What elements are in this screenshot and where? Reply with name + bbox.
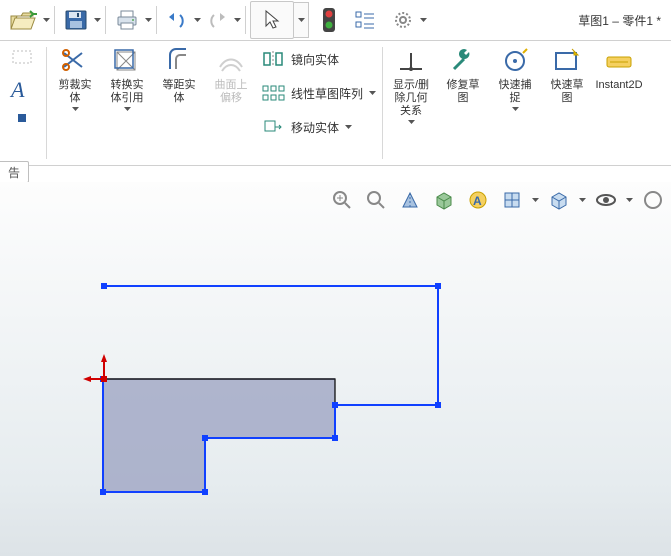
display-relations-button[interactable]: 显示/删除几何关系 (385, 43, 437, 163)
save-dropdown[interactable] (93, 18, 101, 22)
print-button[interactable] (110, 1, 144, 39)
options-list-button[interactable] (349, 1, 381, 39)
select-button[interactable] (250, 1, 294, 39)
open-dropdown[interactable] (42, 18, 50, 22)
svg-text:A: A (9, 77, 25, 101)
select-dropdown[interactable] (294, 2, 309, 38)
sketch-face[interactable] (103, 379, 335, 492)
redo-dropdown[interactable] (233, 18, 241, 22)
point-tool-icon[interactable] (15, 111, 29, 125)
undo-button[interactable] (161, 1, 193, 39)
transform-list: 镜向实体 线性草图阵列 移动实体 (257, 43, 380, 163)
move-button[interactable]: 移动实体 (261, 113, 376, 141)
settings-dropdown[interactable] (419, 18, 427, 22)
rectangle-icon[interactable] (10, 47, 34, 67)
trim-button[interactable]: 剪裁实体 (49, 43, 101, 163)
graphics-canvas[interactable]: A (0, 182, 671, 556)
quick-access-toolbar: 草图1 – 零件1 * (0, 0, 671, 41)
instant2d-button[interactable]: Instant2D (593, 43, 645, 163)
side-palette: A (0, 41, 44, 165)
save-button[interactable] (59, 1, 93, 39)
rapid-sketch-button[interactable]: 快速草图 (541, 43, 593, 163)
undo-dropdown[interactable] (193, 18, 201, 22)
redo-button[interactable] (201, 1, 233, 39)
sketch-origin (83, 354, 107, 382)
quick-snap-button[interactable]: 快速捕捉 (489, 43, 541, 163)
open-button[interactable] (4, 1, 42, 39)
offset-button[interactable]: 等距实体 (153, 43, 205, 163)
mirror-button[interactable]: 镜向实体 (261, 45, 376, 73)
sketch-svg (0, 182, 671, 556)
traffic-light-icon[interactable] (317, 1, 341, 39)
document-title: 草图1 – 零件1 * (578, 12, 661, 29)
print-dropdown[interactable] (144, 18, 152, 22)
linear-pattern-button[interactable]: 线性草图阵列 (261, 79, 376, 107)
ribbon: 剪裁实体 转换实体引用 等距实体 曲面上偏移 镜向实体 线性草图阵列 移动实体 (0, 41, 671, 166)
surface-offset-button: 曲面上偏移 (205, 43, 257, 163)
side-tab[interactable]: 告 (0, 161, 29, 183)
convert-button[interactable]: 转换实体引用 (101, 43, 153, 163)
text-tool-icon[interactable]: A (9, 77, 35, 101)
settings-button[interactable] (387, 1, 419, 39)
repair-button[interactable]: 修复草图 (437, 43, 489, 163)
